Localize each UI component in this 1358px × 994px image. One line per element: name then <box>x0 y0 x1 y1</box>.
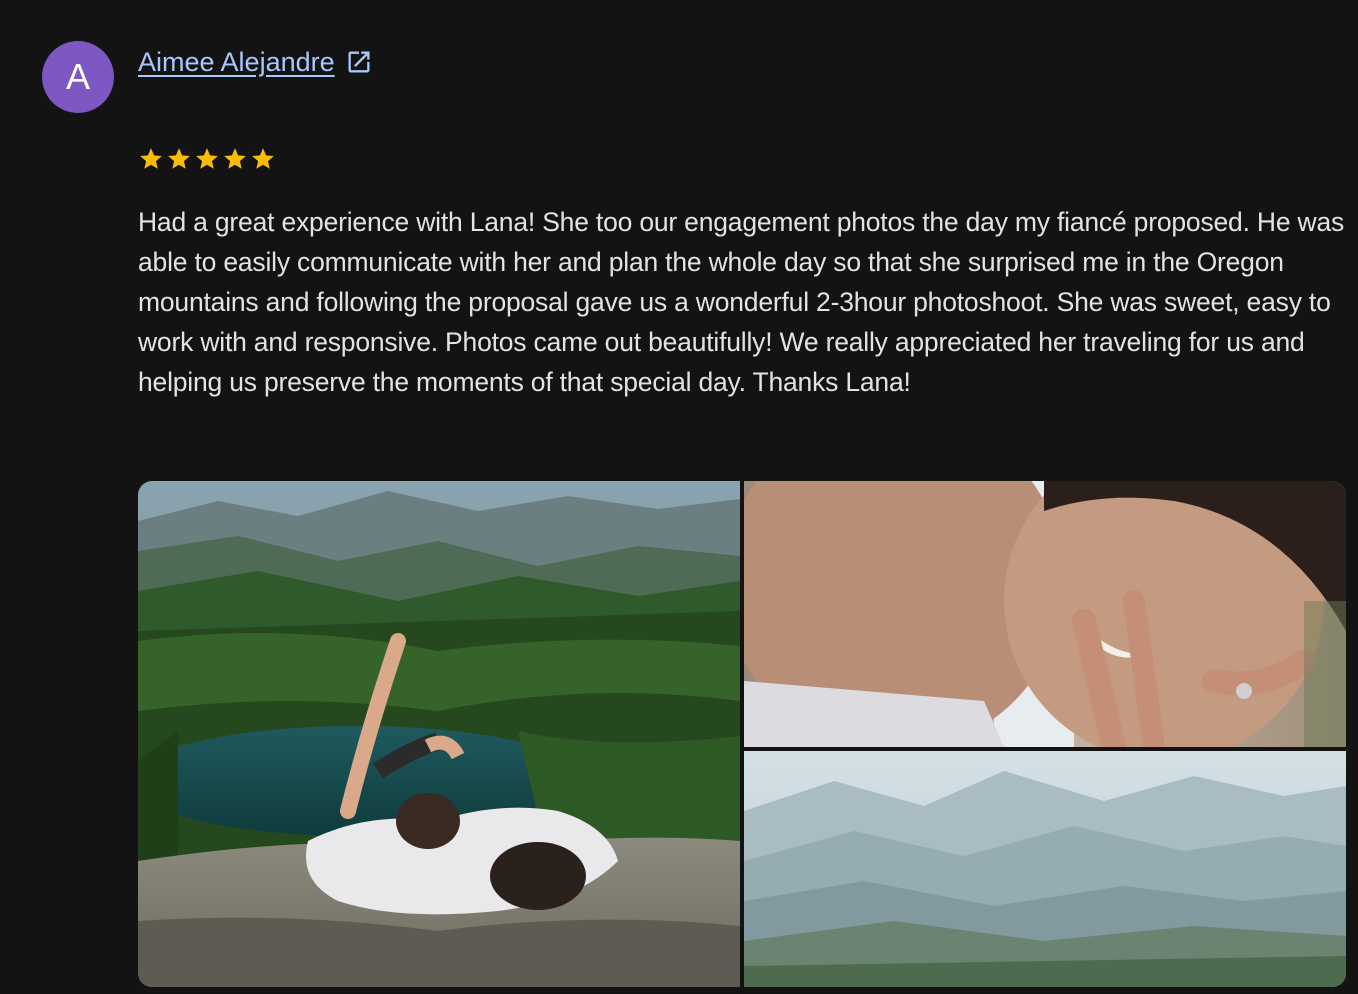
review-card: A Aimee Alejandre Had a great experience… <box>0 0 1358 994</box>
review-text: Had a great experience with Lana! She to… <box>138 207 1345 397</box>
star-icon <box>224 148 246 169</box>
open-in-new-icon[interactable] <box>345 48 373 76</box>
review-photo-couple-closeup[interactable] <box>744 481 1346 747</box>
star-icon <box>252 148 274 169</box>
author-row: Aimee Alejandre <box>138 42 373 82</box>
review-photo-mountains[interactable] <box>744 751 1346 987</box>
review-photo-lake-couple[interactable] <box>138 481 740 987</box>
photo-grid <box>138 481 1346 987</box>
star-rating <box>138 146 276 172</box>
author-name-link[interactable]: Aimee Alejandre <box>138 47 335 78</box>
star-icon <box>168 148 190 169</box>
star-icon <box>196 148 218 169</box>
avatar[interactable]: A <box>42 41 114 113</box>
star-icon <box>140 148 162 169</box>
